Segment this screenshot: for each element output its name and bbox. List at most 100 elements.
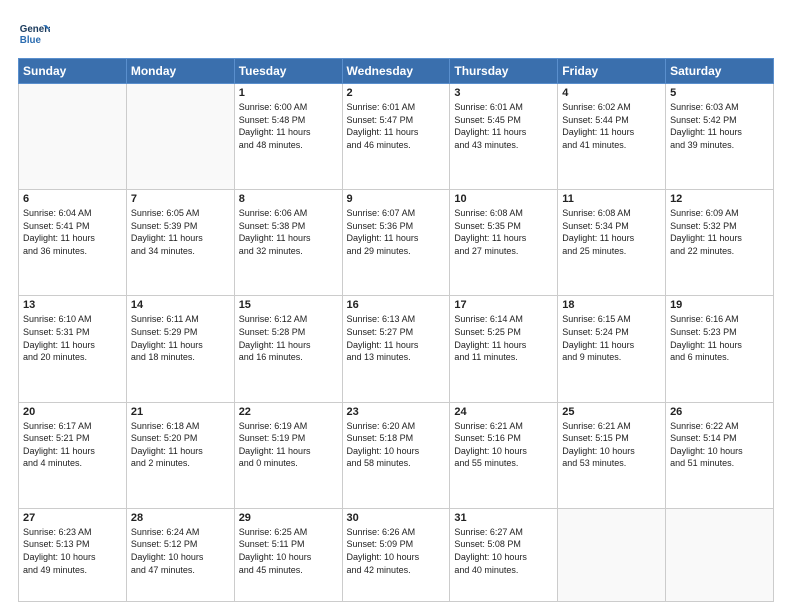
col-header-thursday: Thursday	[450, 59, 558, 84]
day-info: Sunrise: 6:03 AM Sunset: 5:42 PM Dayligh…	[670, 101, 769, 151]
day-info: Sunrise: 6:26 AM Sunset: 5:09 PM Dayligh…	[347, 526, 446, 576]
day-number: 13	[23, 299, 122, 311]
calendar-cell	[666, 508, 774, 601]
calendar-cell: 21Sunrise: 6:18 AM Sunset: 5:20 PM Dayli…	[126, 402, 234, 508]
day-number: 7	[131, 193, 230, 205]
day-info: Sunrise: 6:27 AM Sunset: 5:08 PM Dayligh…	[454, 526, 553, 576]
day-info: Sunrise: 6:00 AM Sunset: 5:48 PM Dayligh…	[239, 101, 338, 151]
calendar-cell: 13 Sunrise: 6:10 AM Sunset: 5:31 PM Dayli…	[19, 296, 127, 402]
calendar-cell: 11Sunrise: 6:08 AM Sunset: 5:34 PM Dayli…	[558, 190, 666, 296]
day-number: 12	[670, 193, 769, 205]
day-info: Sunrise: 6:16 AM Sunset: 5:23 PM Dayligh…	[670, 313, 769, 363]
calendar-cell: 6 Sunrise: 6:04 AM Sunset: 5:41 PM Daylig…	[19, 190, 127, 296]
day-number: 3	[454, 87, 553, 99]
week-row-1: 6 Sunrise: 6:04 AM Sunset: 5:41 PM Daylig…	[19, 190, 774, 296]
day-number: 21	[131, 406, 230, 418]
day-info: Sunrise: 6:04 AM Sunset: 5:41 PM Dayligh…	[23, 207, 122, 257]
day-number: 20	[23, 406, 122, 418]
col-header-wednesday: Wednesday	[342, 59, 450, 84]
logo: General Blue	[18, 18, 50, 50]
calendar-cell: 15Sunrise: 6:12 AM Sunset: 5:28 PM Dayli…	[234, 296, 342, 402]
day-info: Sunrise: 6:19 AM Sunset: 5:19 PM Dayligh…	[239, 420, 338, 470]
day-number: 19	[670, 299, 769, 311]
calendar-cell: 28 Sunrise: 6:24 AM Sunset: 5:12 PM Dayli…	[126, 508, 234, 601]
col-header-friday: Friday	[558, 59, 666, 84]
calendar-cell: 30 Sunrise: 6:26 AM Sunset: 5:09 PM Dayli…	[342, 508, 450, 601]
calendar-cell: 8Sunrise: 6:06 AM Sunset: 5:38 PM Daylig…	[234, 190, 342, 296]
day-number: 22	[239, 406, 338, 418]
day-info: Sunrise: 6:25 AM Sunset: 5:11 PM Dayligh…	[239, 526, 338, 576]
svg-text:Blue: Blue	[20, 35, 42, 46]
day-number: 30	[347, 512, 446, 524]
day-number: 14	[131, 299, 230, 311]
day-number: 9	[347, 193, 446, 205]
day-info: Sunrise: 6:13 AM Sunset: 5:27 PM Dayligh…	[347, 313, 446, 363]
week-row-2: 13 Sunrise: 6:10 AM Sunset: 5:31 PM Dayli…	[19, 296, 774, 402]
calendar-cell	[558, 508, 666, 601]
day-number: 2	[347, 87, 446, 99]
day-number: 4	[562, 87, 661, 99]
day-info: Sunrise: 6:01 AM Sunset: 5:47 PM Dayligh…	[347, 101, 446, 151]
day-number: 16	[347, 299, 446, 311]
day-number: 17	[454, 299, 553, 311]
calendar-cell: 7 Sunrise: 6:05 AM Sunset: 5:39 PM Daylig…	[126, 190, 234, 296]
calendar-cell: 3 Sunrise: 6:01 AM Sunset: 5:45 PM Daylig…	[450, 84, 558, 190]
calendar-cell	[19, 84, 127, 190]
day-number: 29	[239, 512, 338, 524]
day-number: 28	[131, 512, 230, 524]
day-number: 25	[562, 406, 661, 418]
day-info: Sunrise: 6:10 AM Sunset: 5:31 PM Dayligh…	[23, 313, 122, 363]
week-row-4: 27Sunrise: 6:23 AM Sunset: 5:13 PM Dayli…	[19, 508, 774, 601]
day-number: 27	[23, 512, 122, 524]
day-info: Sunrise: 6:20 AM Sunset: 5:18 PM Dayligh…	[347, 420, 446, 470]
logo-icon: General Blue	[18, 18, 50, 50]
day-number: 10	[454, 193, 553, 205]
calendar-cell: 9 Sunrise: 6:07 AM Sunset: 5:36 PM Daylig…	[342, 190, 450, 296]
calendar-cell: 17Sunrise: 6:14 AM Sunset: 5:25 PM Dayli…	[450, 296, 558, 402]
col-header-saturday: Saturday	[666, 59, 774, 84]
calendar-cell: 5 Sunrise: 6:03 AM Sunset: 5:42 PM Daylig…	[666, 84, 774, 190]
day-info: Sunrise: 6:08 AM Sunset: 5:35 PM Dayligh…	[454, 207, 553, 257]
day-info: Sunrise: 6:05 AM Sunset: 5:39 PM Dayligh…	[131, 207, 230, 257]
day-info: Sunrise: 6:11 AM Sunset: 5:29 PM Dayligh…	[131, 313, 230, 363]
calendar-cell: 19 Sunrise: 6:16 AM Sunset: 5:23 PM Dayli…	[666, 296, 774, 402]
calendar-cell: 10 Sunrise: 6:08 AM Sunset: 5:35 PM Dayli…	[450, 190, 558, 296]
calendar-cell: 24Sunrise: 6:21 AM Sunset: 5:16 PM Dayli…	[450, 402, 558, 508]
day-info: Sunrise: 6:24 AM Sunset: 5:12 PM Dayligh…	[131, 526, 230, 576]
day-info: Sunrise: 6:15 AM Sunset: 5:24 PM Dayligh…	[562, 313, 661, 363]
col-header-tuesday: Tuesday	[234, 59, 342, 84]
day-info: Sunrise: 6:17 AM Sunset: 5:21 PM Dayligh…	[23, 420, 122, 470]
day-info: Sunrise: 6:12 AM Sunset: 5:28 PM Dayligh…	[239, 313, 338, 363]
day-number: 18	[562, 299, 661, 311]
calendar-cell: 25Sunrise: 6:21 AM Sunset: 5:15 PM Dayli…	[558, 402, 666, 508]
day-info: Sunrise: 6:01 AM Sunset: 5:45 PM Dayligh…	[454, 101, 553, 151]
calendar-cell: 16 Sunrise: 6:13 AM Sunset: 5:27 PM Dayli…	[342, 296, 450, 402]
calendar-cell: 26Sunrise: 6:22 AM Sunset: 5:14 PM Dayli…	[666, 402, 774, 508]
calendar-cell: 27Sunrise: 6:23 AM Sunset: 5:13 PM Dayli…	[19, 508, 127, 601]
day-number: 24	[454, 406, 553, 418]
day-info: Sunrise: 6:07 AM Sunset: 5:36 PM Dayligh…	[347, 207, 446, 257]
week-row-3: 20 Sunrise: 6:17 AM Sunset: 5:21 PM Dayli…	[19, 402, 774, 508]
calendar-cell: 22 Sunrise: 6:19 AM Sunset: 5:19 PM Dayli…	[234, 402, 342, 508]
calendar-cell: 20 Sunrise: 6:17 AM Sunset: 5:21 PM Dayli…	[19, 402, 127, 508]
day-info: Sunrise: 6:09 AM Sunset: 5:32 PM Dayligh…	[670, 207, 769, 257]
calendar-cell: 18 Sunrise: 6:15 AM Sunset: 5:24 PM Dayli…	[558, 296, 666, 402]
calendar-cell	[126, 84, 234, 190]
calendar-cell: 23 Sunrise: 6:20 AM Sunset: 5:18 PM Dayli…	[342, 402, 450, 508]
day-number: 6	[23, 193, 122, 205]
day-number: 23	[347, 406, 446, 418]
calendar-cell: 4 Sunrise: 6:02 AM Sunset: 5:44 PM Daylig…	[558, 84, 666, 190]
day-info: Sunrise: 6:02 AM Sunset: 5:44 PM Dayligh…	[562, 101, 661, 151]
day-number: 5	[670, 87, 769, 99]
page: General Blue SundayMondayTuesdayWednesda…	[0, 0, 792, 612]
calendar-cell: 31 Sunrise: 6:27 AM Sunset: 5:08 PM Dayli…	[450, 508, 558, 601]
day-number: 31	[454, 512, 553, 524]
day-info: Sunrise: 6:06 AM Sunset: 5:38 PM Dayligh…	[239, 207, 338, 257]
col-header-monday: Monday	[126, 59, 234, 84]
calendar-cell: 1Sunrise: 6:00 AM Sunset: 5:48 PM Daylig…	[234, 84, 342, 190]
col-header-sunday: Sunday	[19, 59, 127, 84]
calendar-cell: 2 Sunrise: 6:01 AM Sunset: 5:47 PM Daylig…	[342, 84, 450, 190]
day-number: 26	[670, 406, 769, 418]
calendar-cell: 14 Sunrise: 6:11 AM Sunset: 5:29 PM Dayli…	[126, 296, 234, 402]
header: General Blue	[18, 18, 774, 50]
